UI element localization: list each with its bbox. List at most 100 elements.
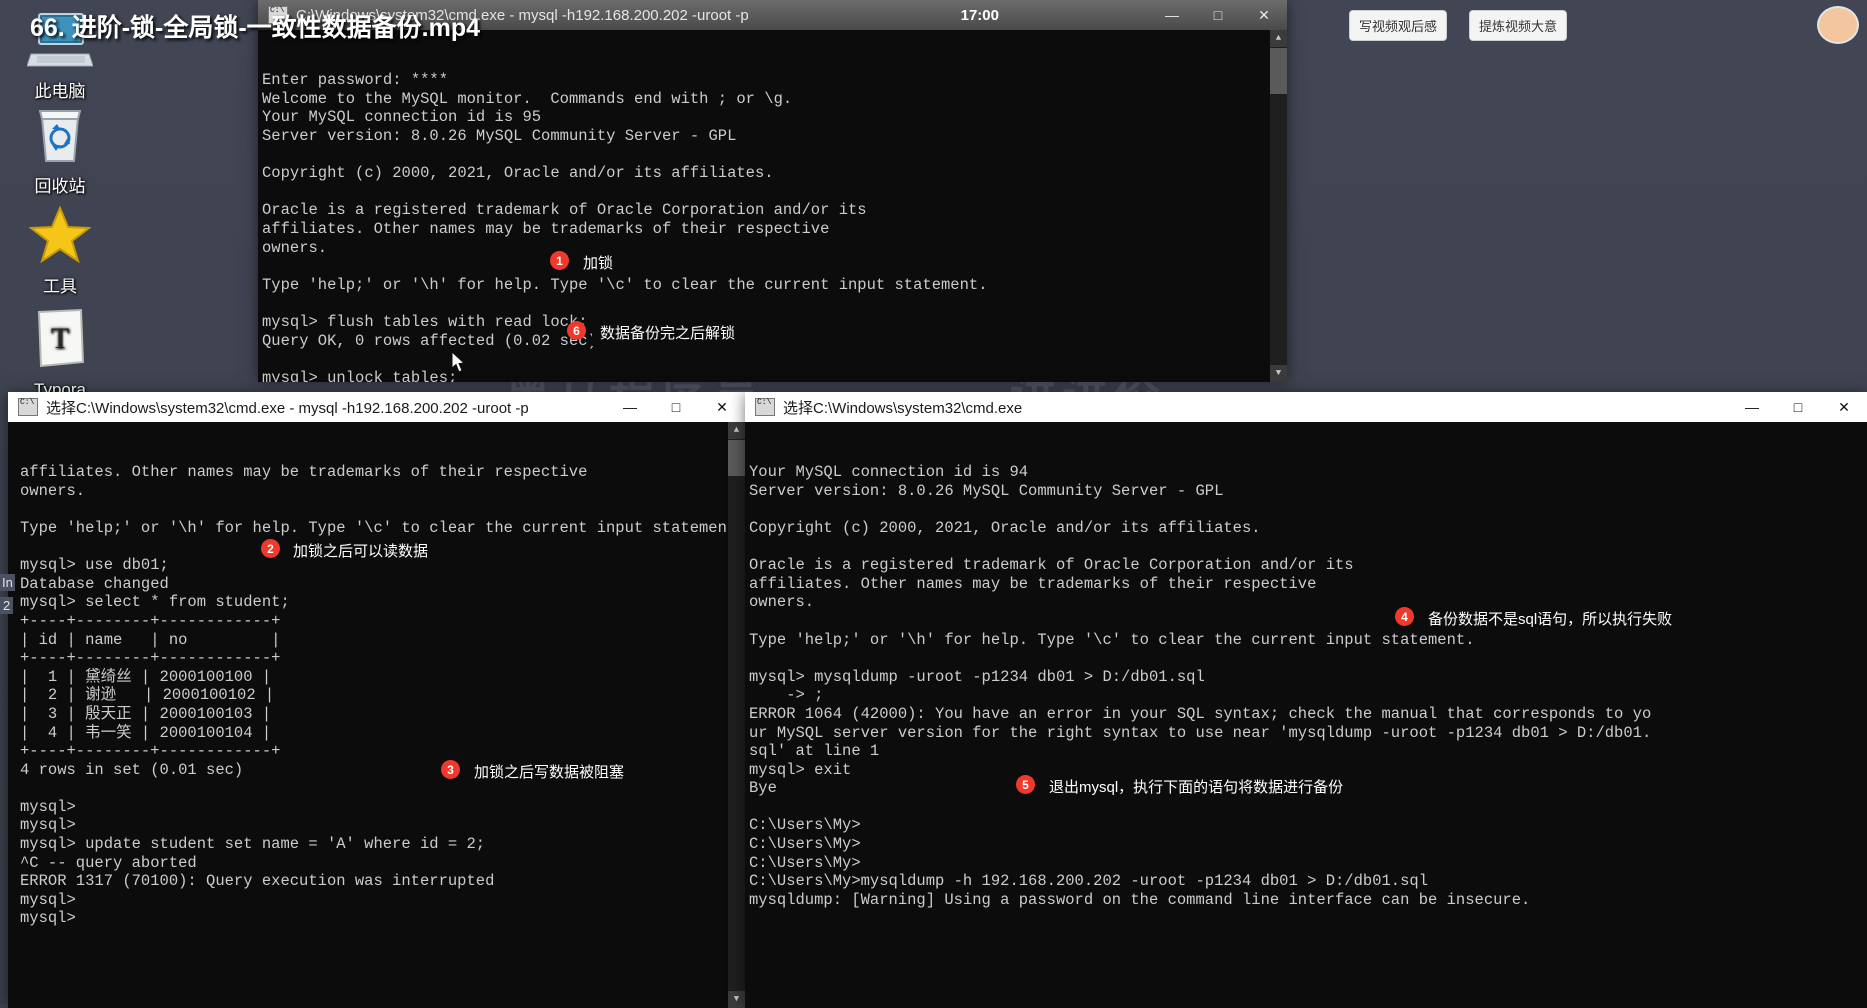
desktop-icon-label: 工具 [43, 277, 77, 296]
star-icon [0, 205, 120, 271]
console-line: affiliates. Other names may be trademark… [262, 219, 830, 238]
console-line: Query OK, 0 rows affected (0.02 sec) [262, 331, 597, 350]
selection-marker-line: In [0, 574, 15, 591]
scrollbar-vertical[interactable]: ▲ ▼ [728, 422, 745, 1008]
window-title: 选择C:\Windows\system32\cmd.exe [783, 399, 1023, 417]
console-line: affiliates. Other names may be trademark… [20, 463, 588, 482]
window-mysqldump-session[interactable]: 选择C:\Windows\system32\cmd.exe — □ ✕ Your… [745, 392, 1867, 1008]
selection-marker-col: 2 [0, 597, 14, 614]
console-line: C:\Users\My> [749, 835, 861, 854]
console-line: ^C -- query aborted [20, 853, 197, 872]
scroll-up-arrow[interactable]: ▲ [1270, 30, 1287, 47]
console-line: C:\Users\My>mysqldump -h 192.168.200.202… [749, 872, 1429, 891]
console-line: affiliates. Other names may be trademark… [749, 574, 1317, 593]
desktop-icon-label: 回收站 [34, 177, 86, 196]
console-line: +----+--------+------------+ [20, 649, 281, 668]
close-button[interactable]: ✕ [1241, 0, 1287, 30]
console-line: | 1 | 黛绮丝 | 2000100100 | [20, 667, 272, 686]
console-line: Copyright (c) 2000, 2021, Oracle and/or … [749, 518, 1261, 537]
scrollbar-vertical[interactable]: ▲ ▼ [1270, 30, 1287, 382]
scroll-down-arrow[interactable]: ▼ [1270, 365, 1287, 382]
minimize-button[interactable]: — [1149, 0, 1195, 30]
console-line: ERROR 1064 (42000): You have an error in… [749, 704, 1652, 723]
clock: 17:00 [960, 6, 999, 24]
console-line: +----+--------+------------+ [20, 742, 281, 761]
annotation-badge-5: 5 [1016, 775, 1035, 794]
console-line: mysqldump: [Warning] Using a password on… [749, 890, 1531, 909]
console-line: owners. [262, 238, 328, 257]
titlebar[interactable]: 选择C:\Windows\system32\cmd.exe - mysql -h… [8, 392, 745, 422]
desktop-icon-label: 此电脑 [34, 82, 86, 101]
console-line: owners. [20, 481, 86, 500]
desktop-icon-typora[interactable]: T Typora [0, 308, 120, 400]
annotation-note-4: 备份数据不是sql语句，所以执行失败 [1420, 605, 1681, 632]
scroll-down-arrow[interactable]: ▼ [728, 991, 745, 1008]
console-line: Database changed [20, 574, 169, 593]
annotation-note-5: 退出mysql，执行下面的语句将数据进行备份 [1041, 773, 1352, 800]
console-line: +----+--------+------------+ [20, 611, 281, 630]
typora-icon: T [0, 308, 120, 374]
annotation-badge-4: 4 [1395, 607, 1414, 626]
minimize-button[interactable]: — [607, 392, 653, 422]
console-line: | 4 | 韦一笑 | 2000100104 | [20, 723, 272, 742]
console-line: mysql> [20, 797, 76, 816]
annotation-note-6: 数据备份完之后解锁 [592, 319, 744, 346]
annotation-note-3: 加锁之后写数据被阻塞 [466, 758, 633, 785]
titlebar[interactable]: 选择C:\Windows\system32\cmd.exe — □ ✕ [745, 392, 1867, 422]
pill-summarize-button[interactable]: 提炼视频大意 [1468, 10, 1567, 41]
avatar[interactable] [1817, 6, 1859, 44]
console-line: | 3 | 殷天正 | 2000100103 | [20, 704, 272, 723]
maximize-button[interactable]: □ [653, 392, 699, 422]
console-output[interactable]: Enter password: **** Welcome to the MySQL… [258, 30, 1287, 382]
console-line: sql' at line 1 [749, 742, 880, 761]
console-line: Server version: 8.0.26 MySQL Community S… [749, 481, 1224, 500]
desktop-icon-tools[interactable]: 工具 [0, 205, 120, 297]
pill-write-review-button[interactable]: 写视频观后感 [1348, 10, 1447, 41]
scroll-up-arrow[interactable]: ▲ [728, 422, 745, 439]
console-line: C:\Users\My> [749, 853, 861, 872]
window-mysql-read-write-session[interactable]: 选择C:\Windows\system32\cmd.exe - mysql -h… [8, 392, 745, 1008]
console-line: -> ; [749, 686, 824, 705]
console-line: 4 rows in set (0.01 sec) [20, 760, 244, 779]
console-line: Oracle is a registered trademark of Orac… [749, 556, 1354, 575]
maximize-button[interactable]: □ [1775, 392, 1821, 422]
desktop-icon-recycle-bin[interactable]: 回收站 [0, 105, 120, 197]
console-line: mysql> [20, 816, 76, 835]
cmd-icon [18, 398, 38, 416]
annotation-badge-2: 2 [261, 539, 280, 558]
console-line: Type 'help;' or '\h' for help. Type '\c'… [749, 630, 1475, 649]
console-line: mysql> flush tables with read lock; [262, 312, 588, 331]
maximize-button[interactable]: □ [1195, 0, 1241, 30]
close-button[interactable]: ✕ [699, 392, 745, 422]
cmd-icon [755, 398, 775, 416]
scrollbar-thumb[interactable] [1270, 48, 1287, 94]
annotation-badge-6: 6 [567, 321, 586, 340]
console-line: mysql> unlock tables; [262, 368, 458, 382]
console-line: Copyright (c) 2000, 2021, Oracle and/or … [262, 164, 774, 183]
svg-text:T: T [51, 322, 69, 355]
console-output[interactable]: Your MySQL connection id is 94 Server ver… [745, 422, 1867, 1008]
window-mysql-lock-session[interactable]: C:\Windows\system32\cmd.exe - mysql -h19… [258, 0, 1287, 382]
console-output[interactable]: affiliates. Other names may be trademark… [8, 422, 745, 1008]
annotation-note-2: 加锁之后可以读数据 [285, 537, 437, 564]
console-line: owners. [749, 593, 815, 612]
annotation-badge-1: 1 [550, 251, 569, 270]
recycle-bin-icon [0, 105, 120, 171]
minimize-button[interactable]: — [1729, 392, 1775, 422]
scrollbar-thumb[interactable] [728, 440, 745, 476]
console-line: Type 'help;' or '\h' for help. Type '\c'… [20, 518, 745, 537]
close-button[interactable]: ✕ [1821, 392, 1867, 422]
console-line: | 2 | 谢逊 | 2000100102 | [20, 686, 275, 705]
